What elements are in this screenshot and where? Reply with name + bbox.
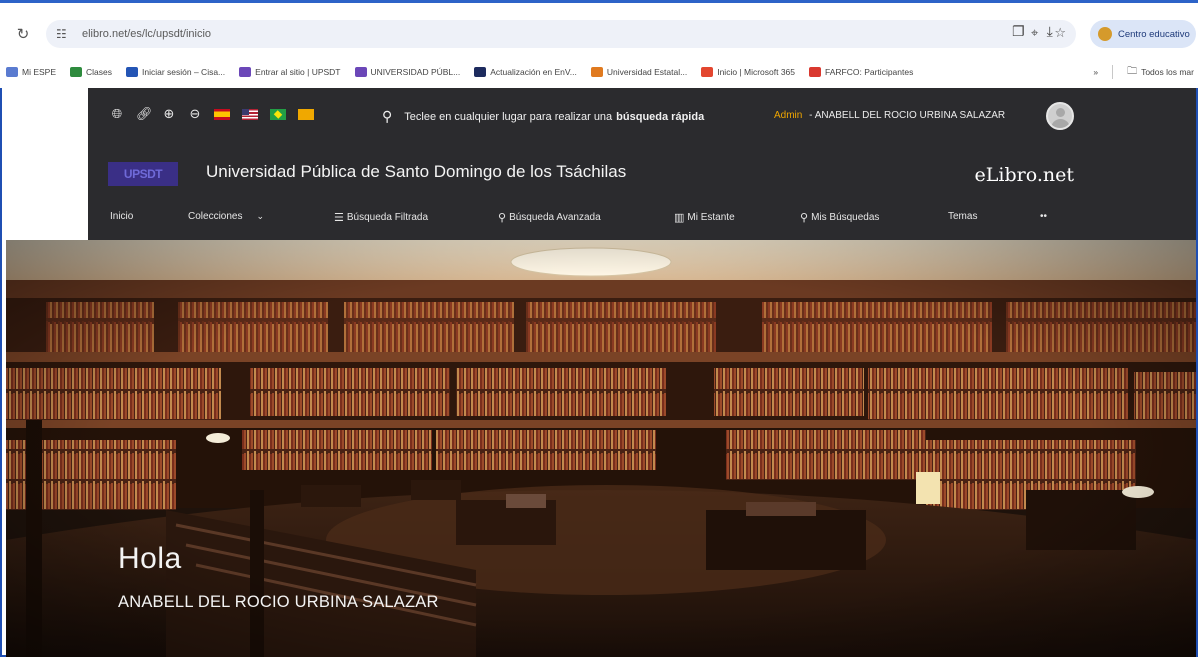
nav-temas-label: Temas xyxy=(948,211,978,222)
bookmark-favicon-icon xyxy=(126,67,138,77)
bookmark-item[interactable]: Clases xyxy=(70,67,112,77)
address-bar[interactable]: ☷ elibro.net/es/lc/upsdt/inicio ⌖ ☆ xyxy=(46,20,1076,48)
star-bookmark-icon[interactable]: ☆ xyxy=(1054,25,1066,41)
flag-brazil-icon[interactable] xyxy=(270,108,286,120)
bookmark-item[interactable]: Mi ESPE xyxy=(6,67,56,77)
zoom-out-icon[interactable]: ⊖ xyxy=(188,106,202,122)
reload-icon[interactable]: ↻ xyxy=(10,21,36,47)
bookmark-label: FARFCO: Participantes xyxy=(825,67,914,77)
avatar[interactable] xyxy=(1046,102,1074,130)
search-advanced-icon: ⚲ xyxy=(498,212,507,224)
header-user-name: - ANABELL DEL ROCIO URBINA SALAZAR xyxy=(809,110,1006,121)
nav-mi-estante[interactable]: ▥ Mi Estante xyxy=(674,211,735,224)
university-logo[interactable]: UPSDT xyxy=(108,162,178,186)
bookmark-label: Universidad Estatal... xyxy=(606,67,688,77)
flag-spain-icon[interactable] xyxy=(214,108,230,120)
search-history-icon: ⚲ xyxy=(800,212,809,224)
filter-icon: ☰ xyxy=(334,212,344,224)
role-label: Admin xyxy=(774,110,803,121)
bookmark-item[interactable]: Actualización en EnV... xyxy=(474,67,577,77)
bookmark-label: Entrar al sitio | UPSDT xyxy=(255,67,341,77)
bookmark-favicon-icon xyxy=(6,67,18,77)
site-header: 🌐︎ 🔗︎ ⊕ ⊖ ⚲ Teclee en cualquier lugar pa… xyxy=(88,88,1196,240)
nav-estante-label: Mi Estante xyxy=(687,212,735,223)
bookmark-label: Mi ESPE xyxy=(22,67,57,77)
nav-mis-busquedas[interactable]: ⚲ Mis Búsquedas xyxy=(800,211,879,224)
bookmarks-overflow-button[interactable]: » xyxy=(1093,67,1098,77)
nav-inicio-label: Inicio xyxy=(110,211,134,222)
bookmark-label: Clases xyxy=(86,67,112,77)
bookmark-item[interactable]: Inicio | Microsoft 365 xyxy=(701,67,795,77)
bookmark-label: UNIVERSIDAD PÚBL... xyxy=(370,67,461,77)
bookmarks-divider xyxy=(1112,65,1114,79)
bookmark-label: Inicio | Microsoft 365 xyxy=(717,67,796,77)
greeting: Hola xyxy=(118,542,182,575)
search-icon: ⚲ xyxy=(382,108,393,124)
bookmark-favicon-icon xyxy=(809,67,822,77)
bookmark-favicon-icon xyxy=(70,67,83,77)
site-info-icon[interactable]: ☷ xyxy=(56,27,76,41)
elibro-logo[interactable]: eLibro.net xyxy=(975,164,1074,186)
extensions-icon[interactable]: ❐ xyxy=(1012,23,1025,40)
bookmark-item[interactable]: Universidad Estatal... xyxy=(590,67,688,77)
download-icon[interactable]: ⤓ xyxy=(1047,23,1053,40)
nav-colecciones[interactable]: Colecciones ⌄ xyxy=(188,211,264,222)
nav-colecciones-label: Colecciones xyxy=(188,211,243,222)
link-icon[interactable]: 🔗︎ xyxy=(136,106,153,122)
bookmark-item[interactable]: Entrar al sitio | UPSDT xyxy=(239,67,341,77)
bookmark-item[interactable]: UNIVERSIDAD PÚBL... xyxy=(354,67,461,77)
bookmark-favicon-icon xyxy=(474,67,487,77)
more-icon: •• xyxy=(1040,211,1048,222)
main-nav: Inicio Colecciones ⌄ ☰ Búsqueda Filtrada ⚲… xyxy=(88,211,1196,231)
globe-icon[interactable]: 🌐︎ xyxy=(110,106,124,122)
bookmark-favicon-icon xyxy=(239,67,252,77)
chevron-down-icon: ⌄ xyxy=(256,211,265,221)
bookmark-item[interactable]: Iniciar sesión – Cisa... xyxy=(126,67,225,77)
nav-busquedas-label: Mis Búsquedas xyxy=(811,212,880,223)
bookmark-item[interactable]: FARFCO: Participantes xyxy=(809,67,913,77)
bookmark-favicon-icon xyxy=(701,67,714,77)
profile-name: Centro educativo xyxy=(1118,28,1190,40)
nav-inicio[interactable]: Inicio xyxy=(110,211,133,222)
user-menu[interactable]: Admin - ANABELL DEL ROCIO URBINA SALAZAR xyxy=(774,110,1005,121)
all-bookmarks-label: Todos los mar xyxy=(1141,67,1194,77)
university-name: Universidad Pública de Santo Domingo de … xyxy=(206,162,627,181)
bookmarks-bar: Mi ESPE Clases Iniciar sesión – Cisa... Ent… xyxy=(0,61,1198,83)
zoom-in-icon[interactable]: ⊕ xyxy=(162,106,176,122)
quick-search-prompt: Teclee en cualquier lugar para realizar … xyxy=(404,110,613,123)
bookmark-label: Actualización en EnV... xyxy=(490,67,577,77)
folder-icon: 🗀 xyxy=(1127,65,1138,77)
url-text: elibro.net/es/lc/upsdt/inicio xyxy=(82,28,212,40)
nav-temas[interactable]: Temas xyxy=(948,211,977,222)
university-logo-text: UPSDT xyxy=(123,167,163,181)
bookmark-favicon-icon xyxy=(354,67,367,77)
flag-usa-icon[interactable] xyxy=(242,108,258,120)
bookmark-favicon-icon xyxy=(590,67,603,77)
profile-button[interactable]: Centro educativo xyxy=(1090,20,1196,48)
profile-avatar-icon xyxy=(1098,27,1112,41)
flag-portugal-icon[interactable] xyxy=(298,108,314,120)
nav-avanzada-label: Búsqueda Avanzada xyxy=(509,212,601,223)
browser-toolbar: ↻ ☷ elibro.net/es/lc/upsdt/inicio ⌖ ☆ ❐ … xyxy=(0,0,1198,88)
nav-filtrada-label: Búsqueda Filtrada xyxy=(346,212,429,223)
hero-user-name: ANABELL DEL ROCIO URBINA SALAZAR xyxy=(118,593,439,611)
nav-more[interactable]: •• xyxy=(1040,211,1047,222)
nav-busqueda-avanzada[interactable]: ⚲ Búsqueda Avanzada xyxy=(498,211,601,224)
hero-banner: Hola ANABELL DEL ROCIO URBINA SALAZAR xyxy=(6,240,1196,657)
bookshelf-icon: ▥ xyxy=(674,212,685,224)
nav-busqueda-filtrada[interactable]: ☰ Búsqueda Filtrada xyxy=(334,211,428,224)
quick-search[interactable]: ⚲ Teclee en cualquier lugar para realiza… xyxy=(382,108,704,125)
quick-search-prompt-bold: búsqueda rápida xyxy=(616,110,705,123)
bookmark-label: Iniciar sesión – Cisa... xyxy=(142,67,226,77)
all-bookmarks-button[interactable]: 🗀 Todos los mar xyxy=(1127,64,1194,81)
